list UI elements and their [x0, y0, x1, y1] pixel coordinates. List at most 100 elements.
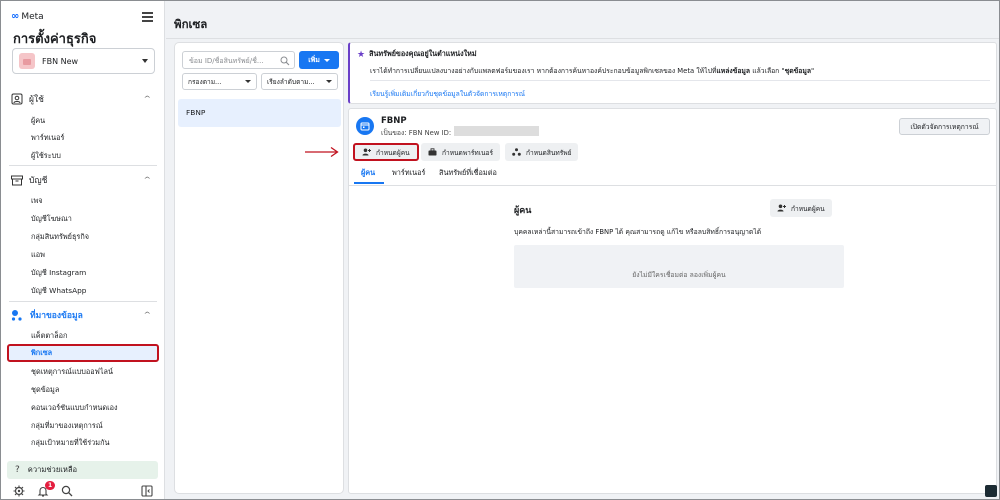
- sidebar-item-shared-audiences[interactable]: กลุ่มเป้าหมายที่ใช้ร่วมกัน: [31, 438, 109, 449]
- assets-icon: [512, 148, 521, 156]
- sidebar-item-partners[interactable]: พาร์ทเนอร์: [31, 133, 64, 144]
- sidebar-item-pages[interactable]: เพจ: [31, 196, 43, 207]
- search-placeholder: ข้อม ID/ชื่อสินทรัพย์/ชื่...: [189, 57, 264, 65]
- divider: [9, 165, 157, 166]
- notice-divider: [370, 80, 990, 81]
- sort-dropdown[interactable]: เรียงลำดับตาม...: [261, 73, 338, 90]
- pixel-list-panel: ข้อม ID/ชื่อสินทรัพย์/ชื่... เพิ่ม กรองต…: [174, 42, 344, 494]
- pixel-detail-panel: FBNP เป็นของ: FBN New ID: เปิดตัวจัดการเ…: [348, 108, 997, 494]
- notification-badge: 1: [45, 481, 56, 490]
- relocation-notice: ★ สินทรัพย์ของคุณอยู่ในตำแหน่งใหม่ เราได…: [348, 42, 997, 104]
- list-item[interactable]: FBNP: [178, 99, 341, 127]
- sidebar-item-system-users[interactable]: ผู้ใช้ระบบ: [31, 151, 61, 162]
- assign-assets-button[interactable]: กำหนดสินทรัพย์: [505, 143, 579, 161]
- chevron-up-icon: ^: [143, 311, 151, 319]
- account-avatar: [19, 53, 35, 69]
- people-description: บุคคลเหล่านี้สามารถเข้าถึง FBNP ได้ คุณส…: [514, 228, 762, 236]
- chevron-down-icon: [245, 80, 251, 83]
- users-icon: [11, 93, 23, 105]
- pixel-owner: เป็นของ: FBN New ID:: [381, 129, 452, 137]
- sidebar-item-apps[interactable]: แอพ: [31, 250, 45, 261]
- red-arrow-icon: [305, 146, 339, 158]
- meta-infinity-icon: ∞: [11, 11, 20, 22]
- sidebar-item-datasets[interactable]: ชุดข้อมูล: [31, 385, 59, 396]
- tab-partners[interactable]: พาร์ทเนอร์: [392, 168, 425, 179]
- assign-assets-label: กำหนดสินทรัพย์: [526, 148, 572, 157]
- divider: [9, 301, 157, 302]
- filter-dropdown[interactable]: กรองตาม...: [182, 73, 257, 90]
- chevron-down-icon: [326, 80, 332, 83]
- window-corner-icon: [985, 485, 997, 497]
- section-accounts-label: บัญชี: [29, 176, 48, 186]
- tabs-divider: [349, 185, 996, 186]
- briefcase-icon: [428, 148, 437, 156]
- notice-body-text: เราได้ทำการเปลี่ยนแปลงบางอย่างกับแพลตฟอร…: [370, 67, 717, 75]
- chevron-down-icon: [142, 59, 148, 63]
- sidebar-item-event-source-groups[interactable]: กลุ่มที่มาของเหตุการณ์: [31, 421, 103, 432]
- sidebar-footer: 1: [13, 481, 153, 498]
- notice-body-mid: แล้วเลือก ": [750, 67, 785, 75]
- pixel-id-redacted: [454, 126, 539, 136]
- chevron-up-icon: ^: [143, 95, 151, 103]
- tab-people[interactable]: ผู้คน: [361, 168, 375, 179]
- sidebar-item-catalogs[interactable]: แค็ตตาล็อก: [31, 331, 67, 342]
- section-accounts[interactable]: บัญชี ^: [11, 173, 151, 187]
- accounts-icon: [11, 175, 23, 185]
- notice-title: ★ สินทรัพย์ของคุณอยู่ในตำแหน่งใหม่: [357, 49, 477, 60]
- sidebar-item-custom-conversions[interactable]: คอนเวอร์ชันแบบกำหนดเอง: [31, 403, 118, 414]
- sidebar-item-instagram-accounts[interactable]: บัญชี Instagram: [31, 268, 86, 279]
- notice-body: เราได้ทำการเปลี่ยนแปลงบางอย่างกับแพลตฟอร…: [370, 65, 814, 76]
- question-icon: ?: [15, 465, 20, 475]
- sidebar-item-business-asset-groups[interactable]: กลุ่มสินทรัพย์ธุรกิจ: [31, 232, 89, 243]
- section-users-label: ผู้ใช้: [29, 95, 44, 105]
- account-selector[interactable]: FBN New: [12, 48, 155, 74]
- star-icon: ★: [357, 49, 366, 60]
- business-settings-title: การตั้งค่าธุรกิจ: [13, 32, 97, 47]
- header-divider: [166, 38, 999, 39]
- empty-state: ยังไม่มีใครเชื่อมต่อ ลองเพิ่มผู้คน: [514, 245, 844, 288]
- section-data-sources[interactable]: ที่มาของข้อมูล ^: [11, 308, 151, 322]
- open-events-manager-button[interactable]: เปิดตัวจัดการเหตุการณ์: [899, 118, 990, 135]
- sidebar-item-ad-accounts[interactable]: บัญชีโฆษณา: [31, 214, 72, 225]
- chevron-up-icon: ^: [143, 176, 151, 184]
- add-button[interactable]: เพิ่ม: [299, 51, 339, 69]
- tab-connected-assets[interactable]: สินทรัพย์ที่เชื่อมต่อ: [439, 168, 497, 179]
- section-data-sources-label: ที่มาของข้อมูล: [30, 311, 83, 321]
- pixel-icon: [356, 117, 374, 135]
- meta-logo[interactable]: ∞ Meta: [11, 11, 44, 23]
- people-section-title: ผู้คน: [514, 206, 532, 216]
- account-name: FBN New: [42, 56, 79, 66]
- add-person-icon: [362, 148, 371, 156]
- notice-datasets-text: ชุดข้อมูล: [784, 67, 811, 75]
- assign-people-label: กำหนดผู้คน: [376, 148, 410, 157]
- sort-label: เรียงลำดับตาม...: [267, 78, 315, 86]
- add-button-label: เพิ่ม: [308, 55, 320, 64]
- meta-brand-text: Meta: [21, 12, 44, 22]
- learn-more-link[interactable]: เรียนรู้เพิ่มเติมเกี่ยวกับชุดข้อมูลในตัว…: [370, 88, 525, 99]
- search-icon[interactable]: [61, 485, 73, 497]
- add-person-icon: [777, 204, 786, 212]
- section-users[interactable]: ผู้ใช้ ^: [11, 92, 151, 106]
- notice-body-suffix: ": [811, 67, 815, 75]
- pixel-name: FBNP: [381, 116, 407, 126]
- sidebar-item-whatsapp-accounts[interactable]: บัญชี WhatsApp: [31, 286, 86, 297]
- add-people-button[interactable]: กำหนดผู้คน: [770, 199, 832, 217]
- search-input[interactable]: ข้อม ID/ชื่อสินทรัพย์/ชื่...: [182, 51, 295, 69]
- collapse-sidebar-icon[interactable]: [141, 485, 153, 497]
- sidebar-item-pixels[interactable]: พิกเซล: [7, 344, 159, 362]
- gear-icon[interactable]: [13, 485, 25, 497]
- sidebar-item-people[interactable]: ผู้คน: [31, 116, 45, 127]
- sidebar-item-offline-event-sets[interactable]: ชุดเหตุการณ์แบบออฟไลน์: [31, 367, 113, 378]
- hamburger-menu-icon[interactable]: [142, 12, 153, 24]
- filter-label: กรองตาม...: [188, 78, 222, 86]
- assign-people-button[interactable]: กำหนดผู้คน: [353, 143, 419, 161]
- page-title: พิกเซล: [174, 17, 208, 31]
- add-people-label: กำหนดผู้คน: [791, 204, 825, 213]
- assign-partners-label: กำหนดพาร์ทเนอร์: [442, 148, 494, 157]
- sidebar: ∞ Meta การตั้งค่าธุรกิจ FBN New ผู้ใช้ ^…: [1, 1, 165, 499]
- data-sources-icon: [11, 310, 22, 321]
- empty-state-text: ยังไม่มีใครเชื่อมต่อ ลองเพิ่มผู้คน: [632, 271, 726, 279]
- help-button[interactable]: ? ความช่วยเหลือ: [7, 461, 158, 479]
- chevron-down-icon: [323, 58, 330, 62]
- assign-partners-button[interactable]: กำหนดพาร์ทเนอร์: [421, 143, 501, 161]
